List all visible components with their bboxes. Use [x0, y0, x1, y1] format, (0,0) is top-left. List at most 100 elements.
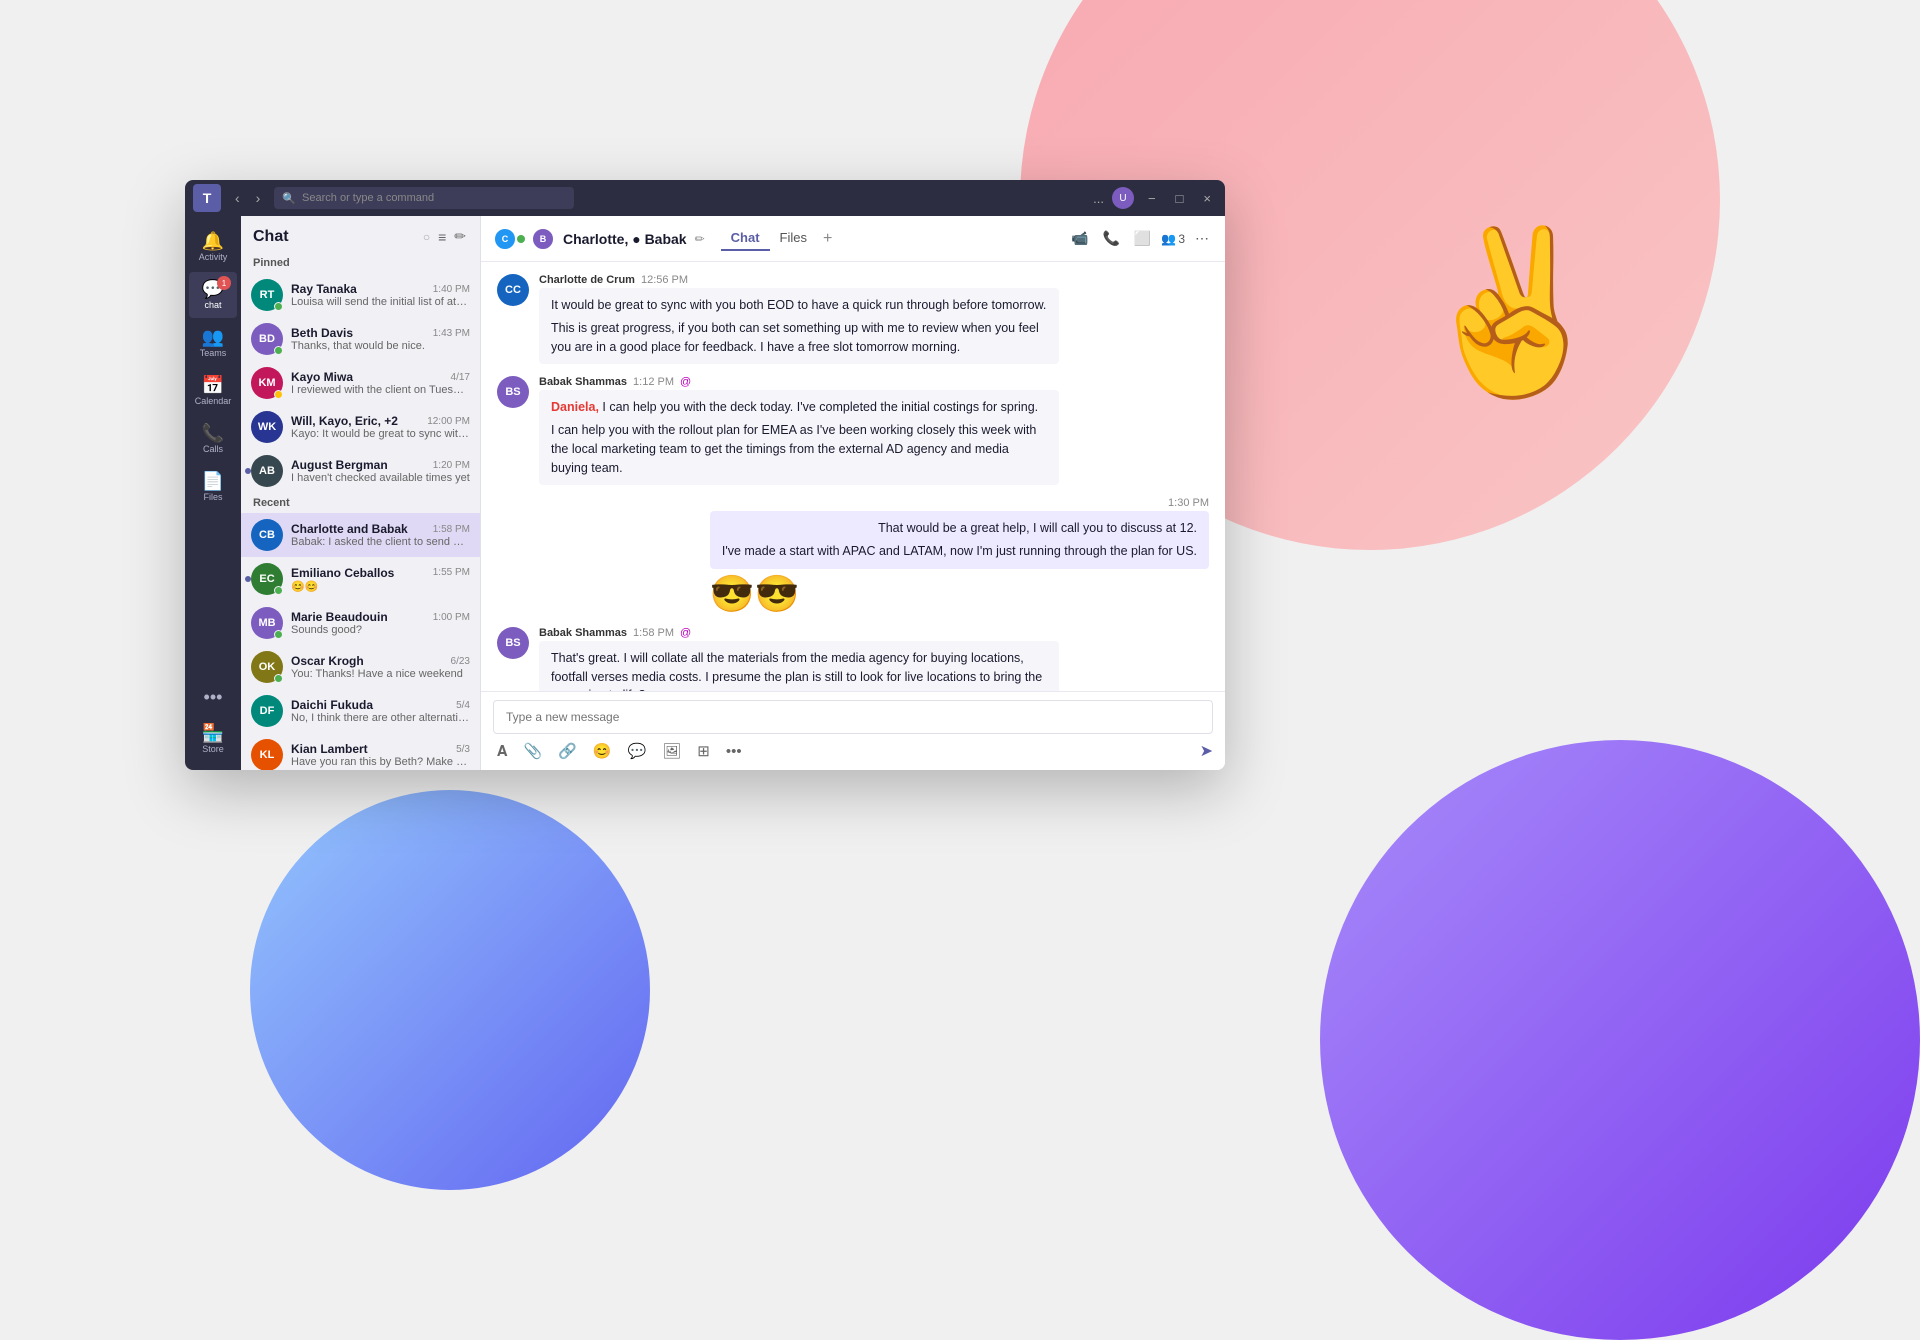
avatar-charlotte-babak: CB [251, 519, 283, 551]
header-avatar-charlotte: C [493, 227, 517, 251]
sidebar-item-activity[interactable]: 🔔 Activity [189, 224, 237, 270]
header-avatar-babak: B [531, 227, 555, 251]
more-button[interactable]: ... [1093, 191, 1104, 206]
chat-item-august-bergman[interactable]: AB August Bergman 1:20 PM I haven't chec… [241, 449, 480, 493]
search-icon: 🔍 [282, 192, 296, 205]
chat-name-august-bergman: August Bergman 1:20 PM [291, 458, 470, 472]
sidebar-item-more[interactable]: ••• [189, 680, 237, 714]
chat-time-daichi-fukuda: 5/4 [456, 700, 470, 711]
chat-name-kayo-miwa: Kayo Miwa 4/17 [291, 370, 470, 384]
avatar-kian-lambert: KL [251, 739, 283, 770]
chat-item-kian-lambert[interactable]: KL Kian Lambert 5/3 Have you ran this by… [241, 733, 480, 770]
bg-circle-blue [250, 790, 650, 1190]
chat-time-kian-lambert: 5/3 [456, 744, 470, 755]
message-group-msg2: BS Babak Shammas 1:12 PM @ Daniela, I ca… [497, 376, 1209, 485]
emoji-reaction-msg3: 😎😎 [710, 573, 1209, 615]
msg-bubble-msg1: It would be great to sync with you both … [539, 288, 1059, 364]
calendar-label: Calendar [195, 396, 232, 406]
add-tab-button[interactable]: + [817, 226, 838, 251]
avatar-beth-davis: BD [251, 323, 283, 355]
chat-item-oscar-krogh[interactable]: OK Oscar Krogh 6/23 You: Thanks! Have a … [241, 645, 480, 689]
msg-bubble-msg3: That would be a great help, I will call … [710, 511, 1209, 569]
audio-call-button[interactable]: 📞 [1098, 226, 1123, 251]
pinned-section-label: Pinned [241, 253, 480, 273]
screen-share-button[interactable]: ⬜ [1130, 226, 1155, 251]
message-group-msg4: BS Babak Shammas 1:58 PM @ That's great.… [497, 627, 1209, 691]
sidebar-item-chat[interactable]: 1 💬 chat [189, 272, 237, 318]
chat-preview-kian-lambert: Have you ran this by Beth? Make sure she… [291, 756, 470, 768]
send-button[interactable]: ➤ [1200, 741, 1213, 761]
attach-button[interactable]: 📎 [519, 740, 546, 762]
chat-item-ray-tanaka[interactable]: RT Ray Tanaka 1:40 PM Louisa will send t… [241, 273, 480, 317]
more-options-button[interactable]: ⋯ [1191, 226, 1213, 251]
msg-sender: Charlotte de Crum [539, 274, 635, 286]
chat-time-will-kayo-eric: 12:00 PM [427, 416, 470, 427]
link-button[interactable]: 🔗 [554, 740, 581, 762]
chat-item-emiliano-ceballos[interactable]: EC Emiliano Ceballos 1:55 PM 😊😊 [241, 557, 480, 601]
chat-info-will-kayo-eric: Will, Kayo, Eric, +2 12:00 PM Kayo: It w… [291, 414, 470, 440]
sticker-button[interactable]: 🖼 [658, 740, 685, 762]
emoji-hand: ✌️ [1396, 204, 1625, 423]
chat-item-daichi-fukuda[interactable]: DF Daichi Fukuda 5/4 No, I think there a… [241, 689, 480, 733]
msg-avatar-msg1: CC [497, 274, 529, 306]
video-call-button[interactable]: 📹 [1067, 226, 1092, 251]
chat-time-beth-davis: 1:43 PM [433, 328, 470, 339]
avatar-august-bergman: AB [251, 455, 283, 487]
chat-status-indicator: ○ [423, 230, 430, 244]
meet-button[interactable]: ⊞ [693, 740, 714, 762]
left-nav: 🔔 Activity 1 💬 chat 👥 Teams 📅 Calendar 📞… [185, 216, 241, 770]
chat-label: chat [204, 300, 221, 310]
sidebar-item-calls[interactable]: 📞 Calls [189, 416, 237, 462]
status-dot [274, 346, 283, 355]
sidebar-item-files[interactable]: 📄 Files [189, 464, 237, 510]
chat-name-daichi-fukuda: Daichi Fukuda 5/4 [291, 698, 470, 712]
chat-info-daichi-fukuda: Daichi Fukuda 5/4 No, I think there are … [291, 698, 470, 724]
msg-sender: Babak Shammas [539, 627, 627, 639]
msg-time-own: 1:30 PM [710, 497, 1209, 509]
compose-button[interactable]: ✏ [452, 226, 468, 247]
format-button[interactable]: 𝐀 [493, 741, 511, 762]
calendar-icon: 📅 [202, 376, 224, 394]
chat-name-oscar-krogh: Oscar Krogh 6/23 [291, 654, 470, 668]
status-dot [274, 674, 283, 683]
chat-item-kayo-miwa[interactable]: KM Kayo Miwa 4/17 I reviewed with the cl… [241, 361, 480, 405]
close-button[interactable]: × [1197, 189, 1217, 208]
filter-button[interactable]: ≡ [436, 226, 448, 247]
emoji-button[interactable]: 😊 [589, 740, 616, 762]
nav-back-forward: ‹ › [229, 188, 266, 208]
chat-preview-marie-beaudouin: Sounds good? [291, 624, 470, 636]
sidebar-item-teams[interactable]: 👥 Teams [189, 320, 237, 366]
avatar-kayo-miwa: KM [251, 367, 283, 399]
chat-item-will-kayo-eric[interactable]: WK Will, Kayo, Eric, +2 12:00 PM Kayo: I… [241, 405, 480, 449]
chat-item-marie-beaudouin[interactable]: MB Marie Beaudouin 1:00 PM Sounds good? [241, 601, 480, 645]
sidebar-item-calendar[interactable]: 📅 Calendar [189, 368, 237, 414]
tab-chat[interactable]: Chat [721, 226, 770, 251]
chat-preview-will-kayo-eric: Kayo: It would be great to sync with... [291, 428, 470, 440]
compose-input[interactable] [493, 700, 1213, 734]
minimize-button[interactable]: − [1142, 189, 1162, 208]
chat-item-beth-davis[interactable]: BD Beth Davis 1:43 PM Thanks, that would… [241, 317, 480, 361]
status-dot [274, 302, 283, 311]
chat-item-charlotte-babak[interactable]: CB Charlotte and Babak 1:58 PM Babak: I … [241, 513, 480, 557]
chat-name-kian-lambert: Kian Lambert 5/3 [291, 742, 470, 756]
compose-toolbar: 𝐀 📎 🔗 😊 💬 🖼 ⊞ ••• ➤ [493, 734, 1213, 762]
forward-button[interactable]: › [250, 188, 267, 208]
chat-list-header: Chat ○ ≡ ✏ [241, 216, 480, 253]
edit-icon[interactable]: ✏ [695, 232, 705, 246]
teams-logo: T [193, 184, 221, 212]
msg-content-msg2: Babak Shammas 1:12 PM @ Daniela, I can h… [539, 376, 1059, 485]
giphy-button[interactable]: 💬 [624, 740, 651, 762]
user-avatar[interactable]: U [1112, 187, 1134, 209]
back-button[interactable]: ‹ [229, 188, 246, 208]
more-compose-button[interactable]: ••• [722, 741, 746, 762]
msg-sender: Babak Shammas [539, 376, 627, 388]
maximize-button[interactable]: □ [1170, 189, 1190, 208]
sidebar-item-store[interactable]: 🏪 Store [189, 716, 237, 762]
status-dot [274, 630, 283, 639]
message-group-msg3: 1:30 PM That would be a great help, I wil… [497, 497, 1209, 615]
search-bar[interactable]: 🔍 Search or type a command [274, 187, 574, 209]
chat-badge: 1 [217, 276, 231, 290]
chat-info-august-bergman: August Bergman 1:20 PM I haven't checked… [291, 458, 470, 484]
search-placeholder: Search or type a command [302, 192, 434, 204]
tab-files[interactable]: Files [770, 226, 817, 251]
